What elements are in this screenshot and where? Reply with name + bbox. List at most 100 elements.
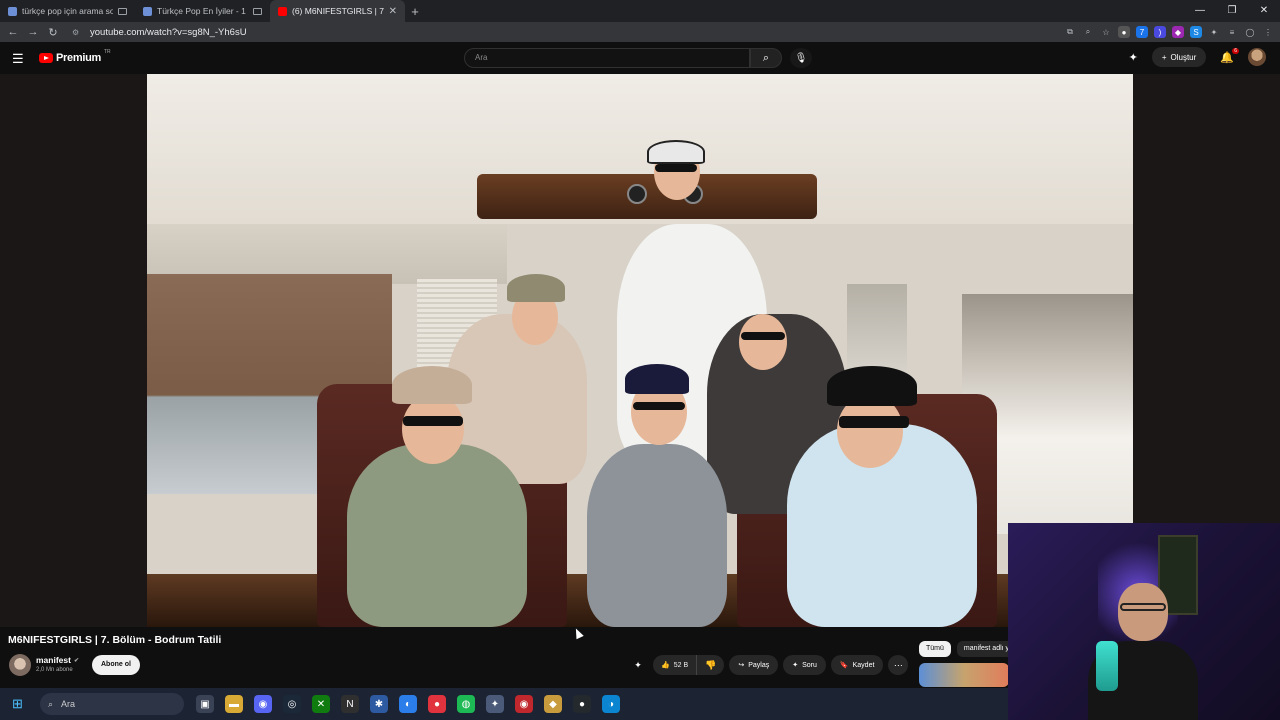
ask-ai-sparkle-icon[interactable]: ✦ <box>628 655 648 675</box>
media-control-icon[interactable]: ≡ <box>1226 26 1238 38</box>
browser-tab-1[interactable]: türkçe pop için arama son <box>0 0 135 22</box>
recommended-video-thumbnail[interactable] <box>919 663 1009 687</box>
file-explorer-icon[interactable]: ▬ <box>225 695 243 713</box>
zoom-icon[interactable]: ⌕ <box>1082 26 1094 38</box>
profile-icon[interactable]: ◯ <box>1244 26 1256 38</box>
extension-icon-4[interactable]: ◆ <box>1172 26 1184 38</box>
steam-icon[interactable]: ◎ <box>283 695 301 713</box>
save-button[interactable]: 🔖 Kaydet <box>830 655 884 675</box>
sunglasses <box>839 416 909 428</box>
taskbar-search[interactable]: ⌕ Ara <box>40 693 184 715</box>
extension-icon-2[interactable]: 7 <box>1136 26 1148 38</box>
more-actions-icon[interactable]: ⋯ <box>888 655 909 675</box>
person-cap <box>625 364 689 394</box>
discord-icon[interactable]: ◉ <box>254 695 272 713</box>
chip-all[interactable]: Tümü <box>919 641 951 657</box>
url-field[interactable]: ⚙ youtube.com/watch?v=sg8N_-Yh6sU <box>68 24 1028 40</box>
hamburger-menu-icon[interactable]: ☰ <box>12 51 24 67</box>
windows-taskbar: ⊞ ⌕ Ara ▣ ▬ ◉ ◎ ✕ N ✱ ◐ ● ◍ ✦ ◉ ◆ ● ◑ <box>0 688 1008 720</box>
maximize-button[interactable]: ❐ <box>1216 0 1248 22</box>
bookmark-star-icon[interactable]: ☆ <box>1100 26 1112 38</box>
thumbs-up-icon: 👍 <box>661 662 670 669</box>
tab-title: Türkçe Pop En İyiler - 1 - <box>157 6 248 16</box>
logo-region: TR <box>103 49 111 55</box>
windows-start-icon[interactable]: ⊞ <box>12 696 32 712</box>
network-icon[interactable]: ✦ <box>486 695 504 713</box>
record-icon[interactable]: ● <box>428 695 446 713</box>
video-player[interactable] <box>147 74 1133 627</box>
channel-name-text: manifest <box>36 655 71 665</box>
tab-favicon <box>8 6 17 16</box>
spotify-icon[interactable]: ◍ <box>457 695 475 713</box>
voice-search-button[interactable]: 🎙 <box>790 48 812 68</box>
browser-menu-icon[interactable]: ⋮ <box>1262 26 1274 38</box>
extension-icon-3[interactable]: ) <box>1154 26 1166 38</box>
tab-title: türkçe pop için arama son <box>22 6 113 16</box>
streamer-glasses <box>1120 603 1166 611</box>
obs-icon[interactable]: ◉ <box>515 695 533 713</box>
share-button[interactable]: ↪ Paylaş <box>729 655 779 675</box>
taskbar-search-label: Ara <box>61 699 76 709</box>
app-icon[interactable]: ✱ <box>370 695 388 713</box>
taskbar-pinned-apps: ▣ ▬ ◉ ◎ ✕ N ✱ ◐ ● ◍ ✦ ◉ ◆ ● ◑ <box>196 695 620 713</box>
site-info-icon[interactable]: ⚙ <box>72 28 82 37</box>
sunglasses <box>403 416 463 426</box>
ask-label: Soru <box>802 661 817 669</box>
close-window-button[interactable]: ✕ <box>1248 0 1280 22</box>
person-cap <box>647 140 705 164</box>
github-icon[interactable]: ● <box>573 695 591 713</box>
plus-icon: + <box>1161 52 1167 62</box>
task-view-icon[interactable]: ▣ <box>196 695 214 713</box>
tab-media-icon <box>253 7 262 15</box>
ask-button[interactable]: ✦ Soru <box>783 655 826 675</box>
minimize-button[interactable]: — <box>1184 0 1216 22</box>
xbox-icon[interactable]: ✕ <box>312 695 330 713</box>
rgb-lamp <box>1096 641 1118 691</box>
sunglasses <box>633 402 685 410</box>
video-title: M6NIFESTGIRLS | 7. Bölüm - Bodrum Tatili <box>8 634 222 646</box>
create-button[interactable]: + Oluştur <box>1151 47 1207 67</box>
notion-icon[interactable]: N <box>341 695 359 713</box>
sparkle-icon: ✦ <box>792 662 799 669</box>
streamer-face <box>1118 583 1168 641</box>
search-input[interactable]: Ara <box>464 48 750 68</box>
forward-icon[interactable]: → <box>23 26 43 38</box>
browser-tab-3[interactable]: (6) M6NIFESTGIRLS | 7. Bö ✕ <box>270 0 405 22</box>
channel-name[interactable]: manifest ✔ <box>36 655 79 665</box>
bookmark-icon: 🔖 <box>839 662 849 669</box>
back-icon[interactable]: ← <box>3 26 23 38</box>
reload-icon[interactable]: ↻ <box>43 26 63 39</box>
youtube-masthead: ☰ Premium TR Ara ⌕ 🎙 ✦ + Oluştur 🔔 6 <box>0 42 1280 74</box>
new-tab-button[interactable]: + <box>405 0 425 22</box>
person-cap <box>507 274 565 302</box>
edge-icon[interactable]: ◑ <box>602 695 620 713</box>
url-text: youtube.com/watch?v=sg8N_-Yh6sU <box>90 26 247 38</box>
create-label: Oluştur <box>1170 52 1197 62</box>
extension-icon-1[interactable]: ● <box>1118 26 1130 38</box>
dislike-button[interactable]: 👎 <box>697 655 724 675</box>
browser-tab-2[interactable]: Türkçe Pop En İyiler - 1 - <box>135 0 270 22</box>
webcam-overlay <box>1008 523 1280 720</box>
app-icon-2[interactable]: ◐ <box>399 695 417 713</box>
account-avatar[interactable] <box>1248 48 1266 66</box>
thumbs-down-icon: 👎 <box>705 659 717 670</box>
subscribe-button[interactable]: Abone ol <box>92 655 140 675</box>
extensions-puzzle-icon[interactable]: ✦ <box>1208 26 1220 38</box>
install-icon[interactable]: ⧉ <box>1064 26 1076 38</box>
close-tab-icon[interactable]: ✕ <box>389 6 397 17</box>
ceiling-speaker <box>627 184 647 204</box>
channel-avatar[interactable] <box>9 654 31 676</box>
extension-icon-5[interactable]: S <box>1190 26 1202 38</box>
youtube-logo[interactable]: Premium TR <box>39 49 111 64</box>
ai-sparkle-icon[interactable]: ✦ <box>1129 51 1138 64</box>
person-head <box>402 394 464 464</box>
youtube-favicon-icon <box>278 6 287 16</box>
game-icon[interactable]: ◆ <box>544 695 562 713</box>
search-button[interactable]: ⌕ <box>750 48 782 68</box>
tab-title: (6) M6NIFESTGIRLS | 7. Bö <box>292 6 384 16</box>
like-button[interactable]: 👍 52 B <box>653 655 698 675</box>
mouse-cursor <box>572 626 584 640</box>
notifications-bell-icon[interactable]: 🔔 6 <box>1220 47 1239 64</box>
person-cap <box>827 366 917 406</box>
extensions-row: ⧉ ⌕ ☆ ● 7 ) ◆ S ✦ ≡ ◯ ⋮ <box>1064 24 1274 40</box>
